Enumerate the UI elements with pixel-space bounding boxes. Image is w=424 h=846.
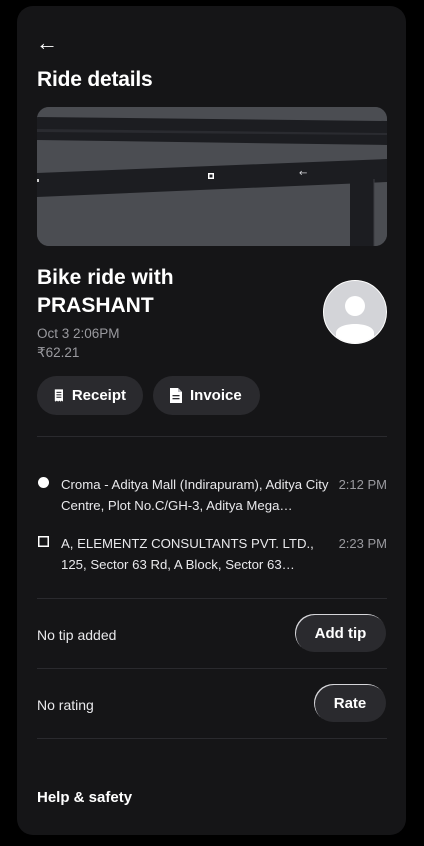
rate-button[interactable]: Rate	[314, 684, 386, 722]
ride-fare: ₹62.21	[37, 345, 80, 360]
person-icon	[336, 296, 374, 343]
back-button[interactable]: ←	[36, 32, 58, 54]
pickup-time: 2:12 PM	[338, 477, 387, 492]
help-and-safety-link[interactable]: Help & safety	[37, 789, 132, 806]
pickup-address: Croma - Aditya Mall (Indirapuram), Adity…	[61, 477, 329, 513]
direction-arrow-icon: ←	[299, 168, 307, 179]
page-title: Ride details	[37, 68, 153, 91]
add-tip-button[interactable]: Add tip	[295, 614, 386, 652]
divider	[37, 668, 387, 669]
divider	[37, 738, 387, 739]
document-icon	[170, 388, 182, 403]
driver-avatar	[323, 280, 387, 344]
receipt-button-label: Receipt	[71, 387, 126, 404]
route-map[interactable]: ←	[37, 107, 387, 246]
receipt-button[interactable]: Receipt	[37, 376, 143, 415]
pickup-dot-icon	[38, 477, 49, 488]
rating-status: No rating	[37, 697, 94, 713]
dropoff-square-icon	[38, 536, 49, 547]
ride-time: Oct 3 2:06PM	[37, 326, 120, 341]
arrow-left-icon: ←	[36, 30, 58, 55]
divider	[37, 436, 387, 437]
ride-title: Bike ride with PRASHANT	[37, 266, 174, 317]
dropoff-address: A, ELEMENTZ CONSULTANTS PVT. LTD., 125, …	[61, 536, 314, 572]
divider	[37, 598, 387, 599]
invoice-button-label: Invoice	[190, 387, 242, 404]
ride-details-card: ← Ride details ← Bike ride with PRASHANT…	[17, 6, 406, 835]
dropoff-time: 2:23 PM	[338, 536, 387, 551]
receipt-icon	[54, 389, 63, 402]
tip-status: No tip added	[37, 627, 117, 643]
invoice-button[interactable]: Invoice	[153, 376, 260, 415]
